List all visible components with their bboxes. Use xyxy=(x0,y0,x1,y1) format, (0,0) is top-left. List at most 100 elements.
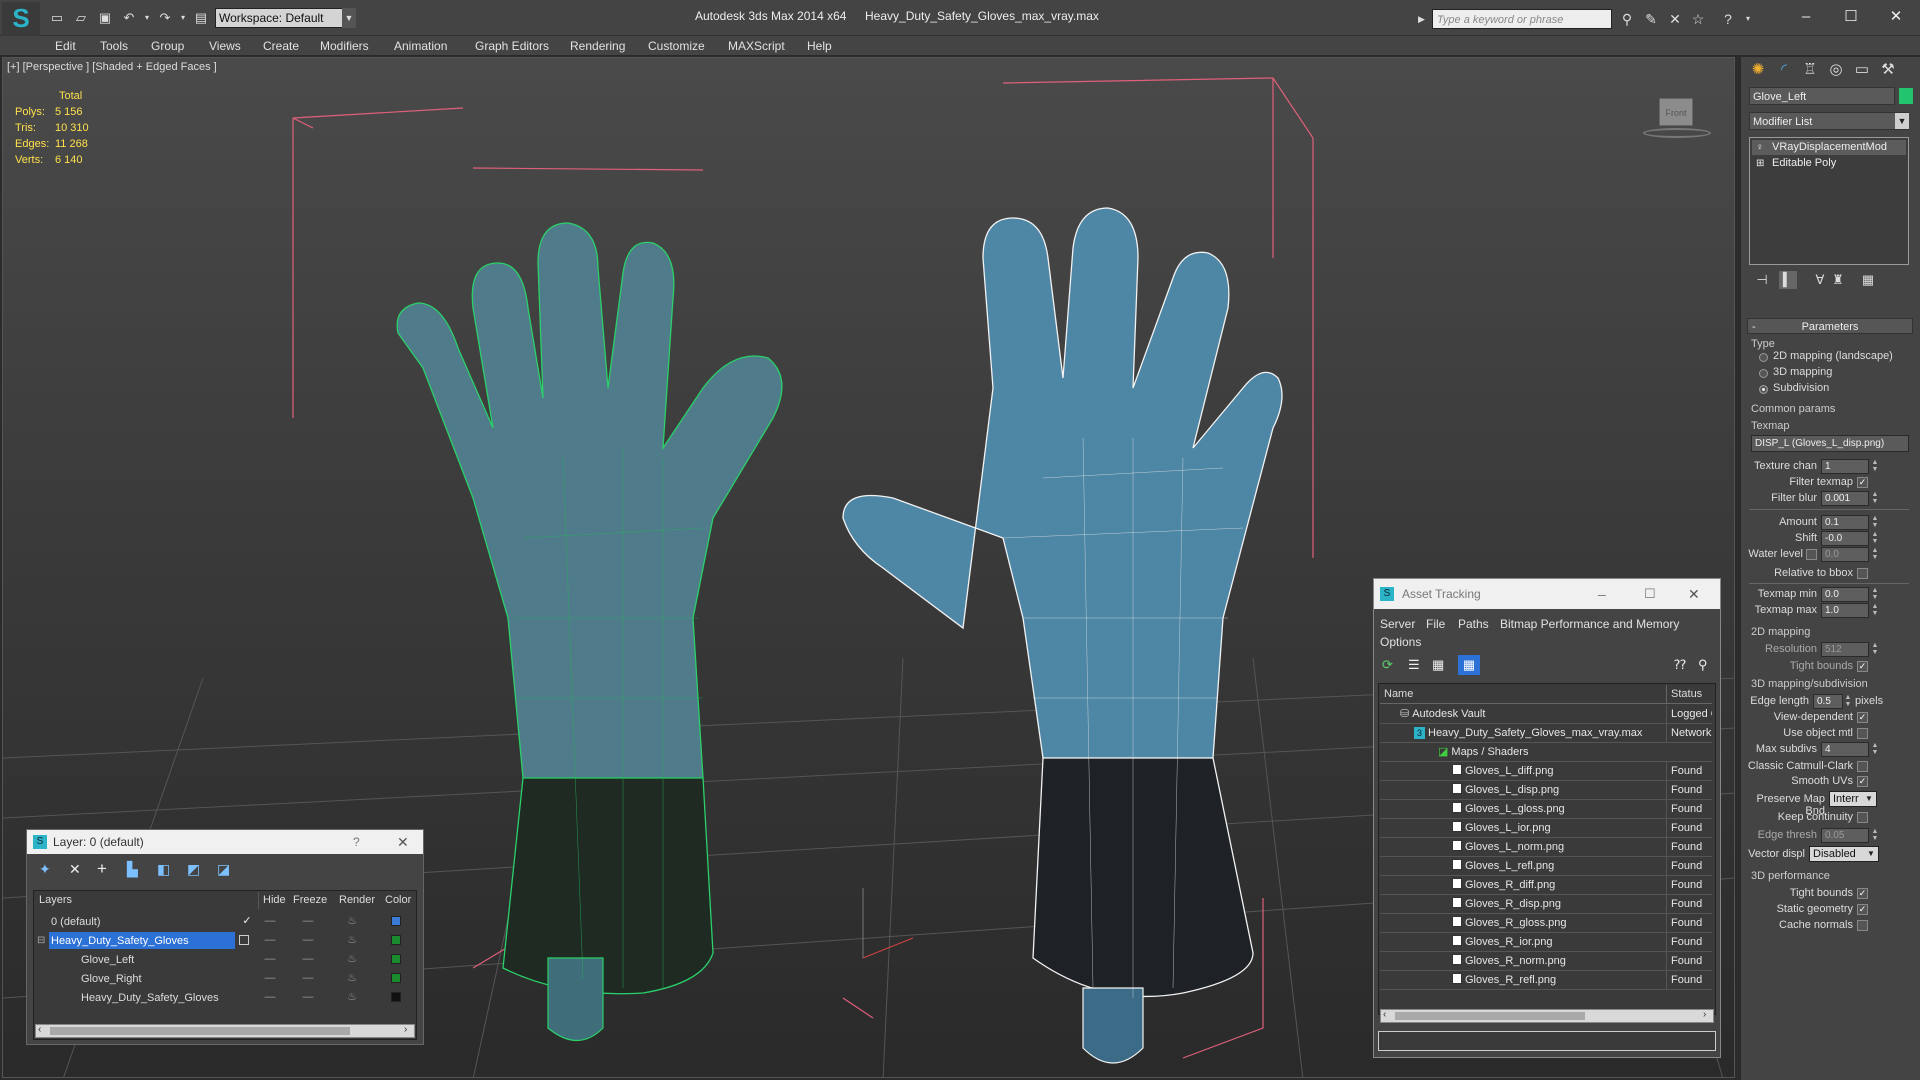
utilities-tab-icon[interactable]: ⚒ xyxy=(1875,57,1901,83)
motion-tab-icon[interactable]: ◎ xyxy=(1823,57,1849,83)
asset-row[interactable]: Gloves_R_disp.png Found xyxy=(1380,895,1712,914)
menu-maxscript[interactable]: MAXScript xyxy=(728,39,785,53)
redo-dropdown-icon[interactable]: ▾ xyxy=(174,9,192,27)
shift-field[interactable]: -0.0 xyxy=(1821,531,1869,546)
help-query-icon[interactable]: ⁇ xyxy=(1674,657,1686,673)
current-layer-box[interactable] xyxy=(239,935,249,945)
menu-group[interactable]: Group xyxy=(151,39,184,53)
viewcube[interactable]: Front xyxy=(1641,94,1711,144)
hide-toggle[interactable]: — xyxy=(263,912,277,931)
scroll-left-icon[interactable]: ‹ xyxy=(1383,1009,1386,1020)
maximize-button[interactable]: ☐ xyxy=(1644,579,1656,609)
render-teapot-icon[interactable]: ♨ xyxy=(345,912,359,931)
table-view-icon[interactable]: ▦ xyxy=(1458,655,1480,675)
make-unique-icon[interactable]: ∀ xyxy=(1811,271,1829,289)
remove-modifier-icon[interactable]: ♜ xyxy=(1829,271,1847,289)
hide-all-icon[interactable]: ◩ xyxy=(187,861,200,878)
layer-color-swatch[interactable] xyxy=(391,954,401,964)
list-view-icon[interactable]: ☰ xyxy=(1408,657,1420,673)
menu-views[interactable]: Views xyxy=(209,39,241,53)
object-color-swatch[interactable] xyxy=(1899,88,1913,104)
max-subdivs-spinner[interactable]: ▲ ▼ xyxy=(1871,742,1879,757)
texmap-button[interactable]: DISP_L (Gloves_L_disp.png) xyxy=(1751,435,1909,452)
highlight-layer-icon[interactable]: ◧ xyxy=(157,861,170,878)
chevron-down-icon[interactable]: ▼ xyxy=(1867,847,1877,861)
new-file-icon[interactable]: ▭ xyxy=(48,9,66,27)
texmap-min-field[interactable]: 0.0 xyxy=(1821,587,1869,602)
modify-tab-icon[interactable]: ◜ xyxy=(1771,57,1797,83)
asset-row[interactable]: ⛁Autodesk Vault Logged Out xyxy=(1380,705,1712,724)
hide-toggle[interactable]: — xyxy=(263,931,277,950)
horizontal-scrollbar[interactable]: ‹ › xyxy=(1380,1009,1714,1023)
menu-graph-editors[interactable]: Graph Editors xyxy=(475,39,549,53)
tight-bounds-checkbox[interactable]: ✓ xyxy=(1857,661,1868,672)
edge-length-spinner[interactable]: ▲ ▼ xyxy=(1844,694,1852,709)
filter-blur-spinner[interactable]: ▲ ▼ xyxy=(1871,491,1879,506)
scrollbar-thumb[interactable] xyxy=(1395,1012,1585,1020)
help-icon[interactable]: ? xyxy=(1718,10,1738,28)
asset-row[interactable]: Gloves_L_disp.png Found xyxy=(1380,781,1712,800)
chevron-down-icon[interactable]: ▼ xyxy=(1865,792,1875,806)
menu-edit[interactable]: Edit xyxy=(55,39,76,53)
resolution-spinner[interactable]: ▲ ▼ xyxy=(1871,642,1879,657)
menu-create[interactable]: Create xyxy=(263,39,299,53)
asset-menu-options[interactable]: Options xyxy=(1380,635,1421,649)
hierarchy-tab-icon[interactable]: ♖ xyxy=(1797,57,1823,83)
use-object-mtl-checkbox[interactable] xyxy=(1857,728,1868,739)
delete-layer-icon[interactable]: ✕ xyxy=(69,861,81,878)
favorites-star-icon[interactable]: ☆ xyxy=(1688,10,1708,28)
workspace-dropdown[interactable]: Workspace: Default xyxy=(215,8,345,28)
cache-normals-checkbox[interactable] xyxy=(1857,920,1868,931)
stack-item-vray-displacement[interactable]: ♀ VRayDisplacementMod xyxy=(1752,140,1906,155)
parameters-rollout-header[interactable]: - Parameters xyxy=(1747,318,1913,334)
amount-field[interactable]: 0.1 xyxy=(1821,515,1869,530)
glove-right-mesh[interactable] xyxy=(842,207,1283,1064)
open-file-icon[interactable]: ▱ xyxy=(72,9,90,27)
layer-color-swatch[interactable] xyxy=(391,916,401,926)
minimize-button[interactable]: – xyxy=(1786,6,1826,28)
hide-toggle[interactable]: — xyxy=(263,988,277,1007)
collapse-minus-icon[interactable]: - xyxy=(1752,319,1756,335)
select-objects-icon[interactable]: ▙ xyxy=(127,861,138,878)
asset-row[interactable]: 3 Heavy_Duty_Safety_Gloves_max_vray.max N… xyxy=(1380,724,1712,743)
radio-3d-mapping[interactable] xyxy=(1759,369,1768,378)
render-teapot-icon[interactable]: ♨ xyxy=(345,931,359,950)
collapse-minus-icon[interactable]: ⊟ xyxy=(37,931,45,950)
asset-menu-file[interactable]: File xyxy=(1426,617,1445,631)
asset-row[interactable]: Gloves_L_gloss.png Found xyxy=(1380,800,1712,819)
radio-subdivision[interactable] xyxy=(1759,385,1768,394)
help-button[interactable]: ? xyxy=(353,830,360,854)
close-button[interactable]: ✕ xyxy=(1688,579,1700,609)
viewport-label[interactable]: [+] [Perspective ] [Shaded + Edged Faces… xyxy=(7,61,217,73)
viewcube-ring[interactable] xyxy=(1643,128,1711,138)
asset-menu-server[interactable]: Server xyxy=(1380,617,1415,631)
smooth-uvs-checkbox[interactable]: ✓ xyxy=(1857,776,1868,787)
refresh-icon[interactable]: ⟳ xyxy=(1382,657,1398,673)
pin-stack-icon[interactable]: ⊣ xyxy=(1753,271,1771,289)
water-level-spinner[interactable]: ▲ ▼ xyxy=(1871,547,1879,562)
shift-spinner[interactable]: ▲ ▼ xyxy=(1871,531,1879,546)
menu-tools[interactable]: Tools xyxy=(100,39,128,53)
hide-toggle[interactable]: — xyxy=(263,950,277,969)
app-logo-icon[interactable]: S xyxy=(2,2,40,36)
horizontal-scrollbar[interactable]: ‹ › xyxy=(35,1024,415,1038)
help-dropdown-icon[interactable]: ▾ xyxy=(1738,10,1758,28)
render-teapot-icon[interactable]: ♨ xyxy=(345,950,359,969)
subscription-icon[interactable]: ✎ xyxy=(1641,10,1661,28)
add-to-layer-icon[interactable]: + xyxy=(97,859,107,879)
asset-window-title-bar[interactable]: S Asset Tracking – ☐ ✕ xyxy=(1374,579,1720,609)
column-freeze[interactable]: Freeze xyxy=(293,892,327,909)
column-hide[interactable]: Hide xyxy=(263,892,286,909)
asset-row[interactable]: ◪ Maps / Shaders xyxy=(1380,743,1712,762)
radio-2d-mapping[interactable] xyxy=(1759,353,1768,362)
relative-bbox-checkbox[interactable] xyxy=(1857,568,1868,579)
close-button[interactable]: ✕ xyxy=(397,830,409,854)
asset-menu-paths[interactable]: Paths xyxy=(1458,617,1489,631)
layer-row[interactable]: Heavy_Duty_Safety_Gloves — — ♨ xyxy=(35,988,409,1007)
freeze-toggle[interactable]: — xyxy=(301,912,315,931)
resolution-field[interactable]: 512 xyxy=(1821,642,1869,657)
filter-texmap-checkbox[interactable]: ✓ xyxy=(1857,477,1868,488)
stack-item-editable-poly[interactable]: ⊞ Editable Poly xyxy=(1752,156,1906,171)
layer-color-swatch[interactable] xyxy=(391,973,401,983)
render-teapot-icon[interactable]: ♨ xyxy=(345,988,359,1007)
